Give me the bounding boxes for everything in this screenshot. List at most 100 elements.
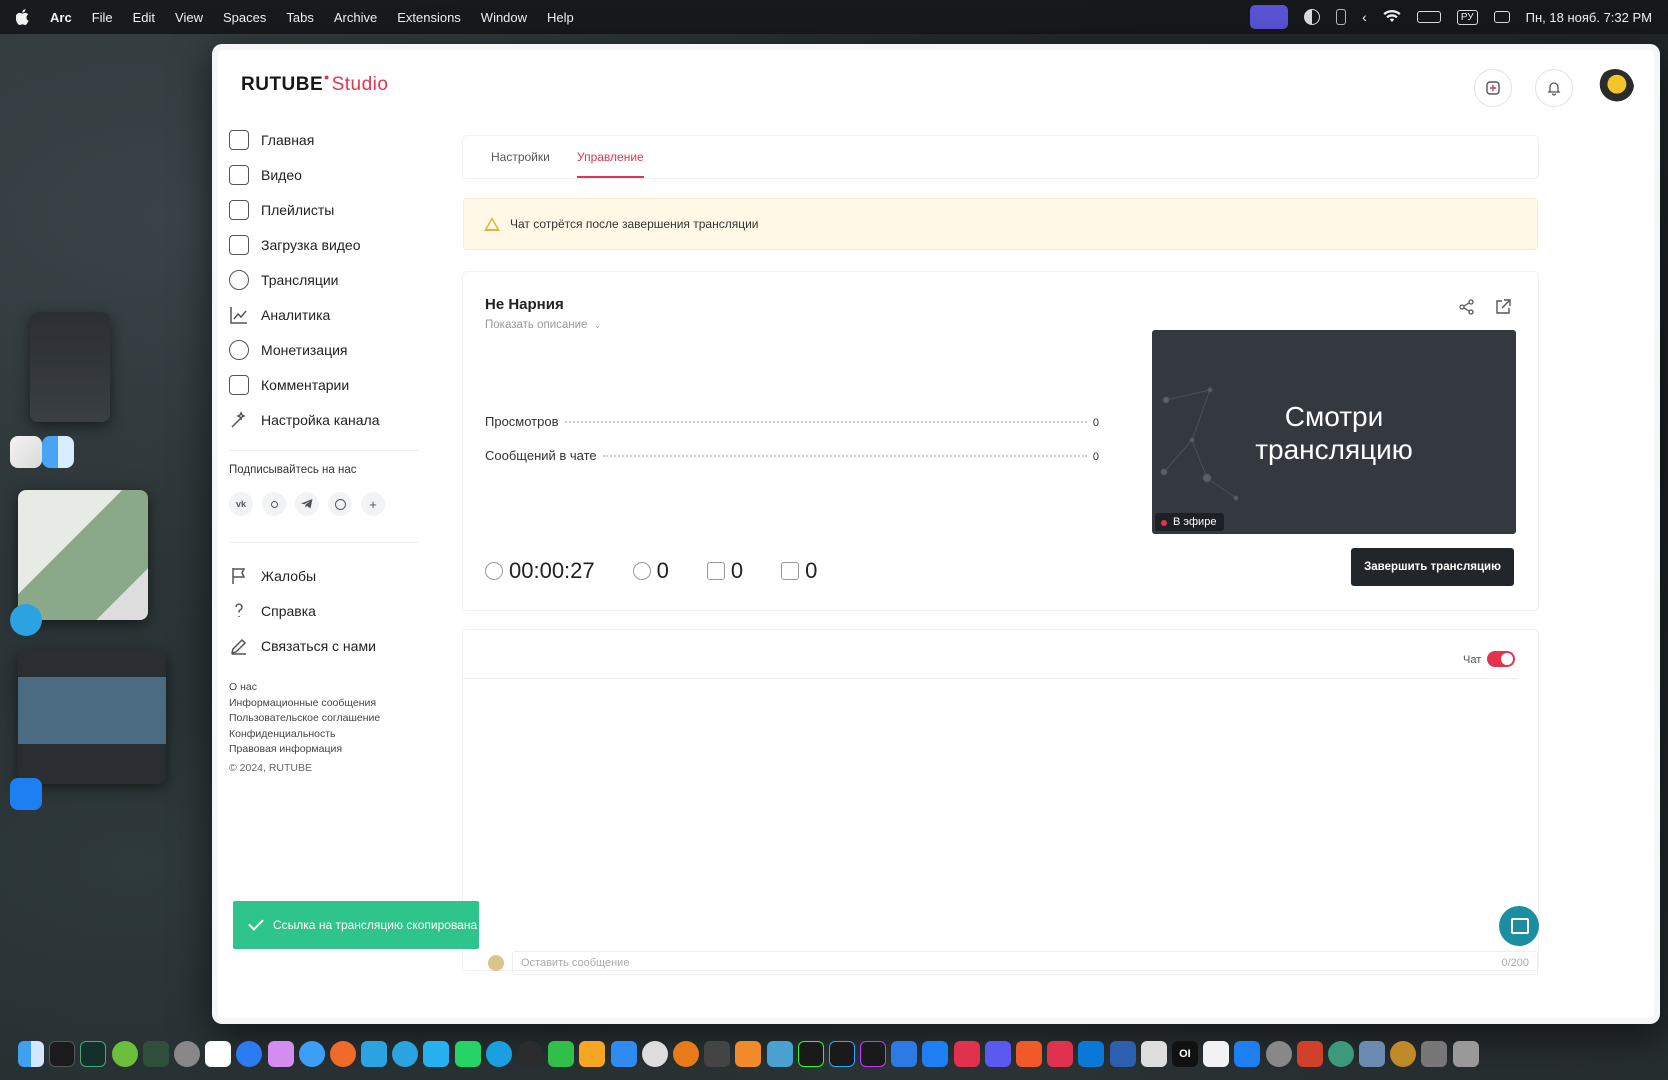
dock-photos-icon[interactable] <box>267 1041 294 1067</box>
dock-app-icon[interactable] <box>766 1041 793 1067</box>
dock-system-settings-icon[interactable] <box>1265 1041 1292 1067</box>
support-chat-button[interactable] <box>1499 906 1539 946</box>
dock-phpstorm-icon[interactable] <box>860 1041 887 1067</box>
dock-app-icon[interactable] <box>953 1041 980 1067</box>
dock-skype-icon[interactable] <box>485 1041 512 1067</box>
textedit-app-icon[interactable] <box>10 436 42 468</box>
nav-complaints[interactable]: Жалобы <box>229 560 419 592</box>
dock-tool-icon[interactable] <box>704 1041 731 1067</box>
nav-channel-settings[interactable]: Настройка канала <box>229 404 419 436</box>
stream-preview[interactable]: Смотри трансляцию В эфире <box>1152 330 1516 534</box>
menu-view[interactable]: View <box>175 10 203 25</box>
menu-clock[interactable]: Пн, 18 нояб. 7:32 PM <box>1526 10 1652 25</box>
nav-contact-us[interactable]: Связаться с нами <box>229 630 419 662</box>
menu-edit[interactable]: Edit <box>133 10 155 25</box>
nav-playlists[interactable]: Плейлисты <box>229 194 419 226</box>
nav-monetization[interactable]: Монетизация <box>229 334 419 366</box>
dock-chatgpt-icon[interactable] <box>641 1041 668 1067</box>
dock-numbers-icon[interactable] <box>548 1041 575 1067</box>
screen-mirror-icon[interactable] <box>1250 5 1289 29</box>
user-avatar[interactable] <box>1596 69 1634 107</box>
dock-downloads-icon[interactable] <box>1421 1041 1448 1067</box>
dock-ollama-icon[interactable]: OI <box>1171 1041 1198 1067</box>
dock-safari-icon[interactable] <box>298 1041 325 1067</box>
contrast-icon[interactable] <box>1304 9 1321 25</box>
apple-icon[interactable] <box>15 9 32 25</box>
end-stream-button[interactable]: Завершить трансляцию <box>1351 548 1514 586</box>
dock-textedit-icon[interactable] <box>1203 1041 1230 1067</box>
battery-icon[interactable] <box>1416 11 1441 23</box>
menu-archive[interactable]: Archive <box>334 10 377 25</box>
dock-firefox-icon[interactable] <box>329 1041 356 1067</box>
dock-appstore-icon[interactable] <box>1234 1041 1261 1067</box>
telegram-social-button[interactable] <box>295 492 319 516</box>
dock-settings-icon[interactable] <box>173 1041 200 1067</box>
dock-app-icon[interactable] <box>1016 1041 1042 1067</box>
nav-video[interactable]: Видео <box>229 159 419 191</box>
dock-app-icon[interactable] <box>984 1041 1011 1067</box>
dock-telegram-alt-icon[interactable] <box>392 1041 419 1067</box>
tab-management[interactable]: Управление <box>577 136 644 178</box>
dock-messenger-icon[interactable] <box>423 1041 450 1067</box>
dock-anydesk-icon[interactable] <box>1047 1041 1074 1067</box>
menu-tabs[interactable]: Tabs <box>286 10 313 25</box>
dock-shield-icon[interactable] <box>142 1041 169 1067</box>
finder-app-icon[interactable] <box>42 436 74 468</box>
dock-pycharm-icon[interactable] <box>797 1041 824 1067</box>
dock-app-icon[interactable] <box>735 1041 762 1067</box>
show-description-toggle[interactable]: Показать описание ⌄ <box>485 319 601 331</box>
nav-home[interactable]: Главная <box>229 124 419 156</box>
menu-extensions[interactable]: Extensions <box>397 10 461 25</box>
nav-broadcasts[interactable]: Трансляции <box>229 264 419 296</box>
more-socials-button[interactable]: + <box>361 492 385 516</box>
stage-window-thumbnail[interactable] <box>30 312 110 422</box>
dock-terminal-icon[interactable] <box>49 1041 76 1067</box>
dock-finder-icon[interactable] <box>18 1041 44 1067</box>
footer-link-about[interactable]: О нас <box>229 680 380 696</box>
dock-windows-icon[interactable] <box>1078 1041 1105 1067</box>
vk-social-button[interactable]: vk <box>229 492 253 516</box>
menu-file[interactable]: File <box>92 10 113 25</box>
dock-keynote-icon[interactable] <box>610 1041 637 1067</box>
menu-window[interactable]: Window <box>481 10 527 25</box>
dock-app-icon[interactable] <box>111 1041 138 1067</box>
stage-window-thumbnail[interactable] <box>18 490 148 620</box>
control-center-icon[interactable] <box>1493 11 1510 23</box>
open-external-button[interactable] <box>1494 298 1512 316</box>
share-button[interactable] <box>1458 298 1476 316</box>
chat-message-input[interactable]: Оставить сообщение 0/200 <box>512 951 1538 975</box>
dock-webstorm-icon[interactable] <box>828 1041 855 1067</box>
nav-upload-video[interactable]: Загрузка видео <box>229 229 419 261</box>
chevron-left-icon[interactable]: ‹ <box>1362 9 1367 25</box>
menu-help[interactable]: Help <box>547 10 574 25</box>
dock-blender-icon[interactable] <box>672 1041 699 1067</box>
wifi-icon[interactable] <box>1383 9 1401 26</box>
dock-trash-icon[interactable] <box>1452 1041 1479 1067</box>
dock-app-icon[interactable] <box>1296 1041 1323 1067</box>
nav-comments[interactable]: Комментарии <box>229 369 419 401</box>
dock-telegram-icon[interactable] <box>361 1041 388 1067</box>
nav-help[interactable]: Справка <box>229 595 419 627</box>
footer-link-terms[interactable]: Пользовательское соглашение <box>229 711 380 727</box>
footer-link-legal[interactable]: Правовая информация <box>229 742 380 758</box>
dock-whatsapp-icon[interactable] <box>454 1041 481 1067</box>
nav-analytics[interactable]: Аналитика <box>229 299 419 331</box>
dock-vscode-icon[interactable] <box>891 1041 918 1067</box>
dock-xcode-icon[interactable] <box>922 1041 949 1067</box>
dock-activity-icon[interactable] <box>80 1041 107 1067</box>
telegram-app-icon[interactable] <box>10 604 42 636</box>
footer-link-privacy[interactable]: Конфиденциальность <box>229 727 380 743</box>
add-content-button[interactable] <box>1474 69 1512 107</box>
dock-app-icon[interactable] <box>1140 1041 1167 1067</box>
dock-pages-icon[interactable] <box>579 1041 606 1067</box>
stage-window-thumbnail[interactable] <box>18 650 166 784</box>
tab-settings[interactable]: Настройки <box>491 136 550 178</box>
dock-browser-icon[interactable] <box>236 1041 263 1067</box>
app-store-app-icon[interactable] <box>10 778 42 810</box>
dock-timer-icon[interactable] <box>517 1041 543 1067</box>
menu-spaces[interactable]: Spaces <box>223 10 266 25</box>
rutube-studio-logo[interactable]: RUTUBE • Studio <box>241 69 388 96</box>
notifications-button[interactable] <box>1535 69 1573 107</box>
footer-link-info[interactable]: Информационные сообщения <box>229 696 380 712</box>
chat-toggle[interactable] <box>1487 651 1515 667</box>
